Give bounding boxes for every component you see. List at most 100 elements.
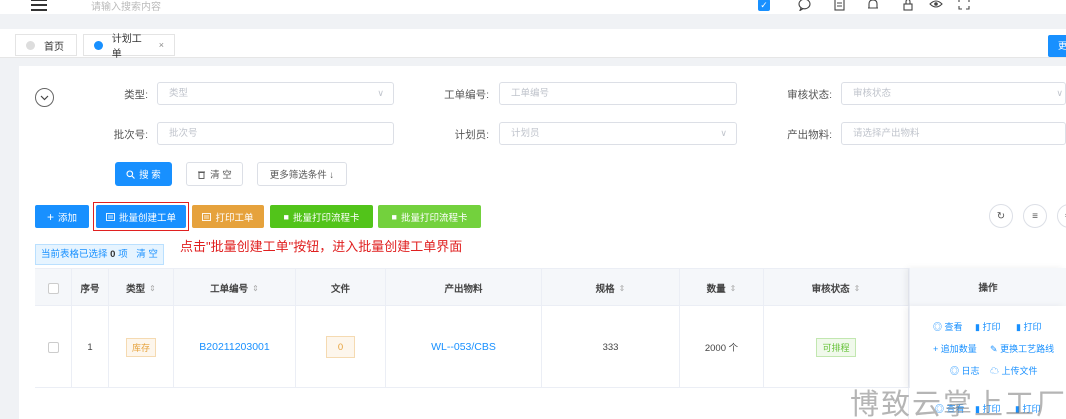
refresh-icon[interactable]: ↻ <box>989 204 1013 228</box>
header-type[interactable]: 类型 ⇕ <box>109 269 174 307</box>
search-icon <box>126 169 136 179</box>
header-file-label: 文件 <box>330 284 350 295</box>
row-checkbox[interactable] <box>47 341 59 353</box>
planner-select[interactable]: 计划员 ∨ <box>499 122 737 145</box>
audit-status-placeholder: 审核状态 <box>853 88 892 99</box>
document-icon[interactable] <box>831 0 847 12</box>
header-index-label: 序号 <box>80 284 100 295</box>
view-link[interactable]: ◎ 查看 <box>933 320 963 333</box>
bell-icon[interactable] <box>865 0 881 12</box>
header-material-label: 产出物料 <box>444 284 483 295</box>
chevron-down-icon: ∨ <box>1056 88 1063 98</box>
add-qty-link[interactable]: + 追加数量 <box>933 342 977 355</box>
message-icon[interactable] <box>796 0 812 12</box>
header-spec[interactable]: 规格 ⇕ <box>542 269 680 307</box>
menu-icon[interactable] <box>31 0 47 12</box>
tab-home[interactable]: 首页 <box>15 34 77 56</box>
selection-clear-link[interactable]: 清 空 <box>136 249 158 260</box>
tab-dot <box>26 40 35 50</box>
header-spec-label: 规格 <box>595 284 615 295</box>
material-placeholder: 请选择产出物料 <box>853 128 920 139</box>
header-audit-label: 审核状态 <box>811 284 850 295</box>
sort-icon[interactable]: ⇕ <box>149 284 156 293</box>
eye-icon: ◎ <box>933 322 943 332</box>
row-audit-cell: 可排程 <box>764 306 909 388</box>
corner-button[interactable]: 更 <box>1048 35 1066 57</box>
batch-print-card-label: 批量打印流程卡 <box>292 212 360 224</box>
header-file: 文件 <box>296 269 386 307</box>
more-filters-label: 更多筛选条件 ↓ <box>269 170 335 181</box>
close-icon[interactable]: × <box>159 40 164 50</box>
batch-print-card-button-1[interactable]: ■ 批量打印流程卡 <box>270 205 373 228</box>
batch-print-card-label: 批量打印流程卡 <box>400 212 468 224</box>
batch-label: 批次号: <box>113 129 148 141</box>
material-select[interactable]: 请选择产出物料 <box>841 122 1066 145</box>
eye-icon: ◎ <box>950 366 960 376</box>
row-file-cell: 0 <box>296 306 386 388</box>
select-all-cell <box>35 269 72 307</box>
search-button-label: 搜 索 <box>139 170 161 181</box>
checkbox-icon[interactable]: ✓ <box>758 0 770 11</box>
selection-unit: 项 <box>118 249 128 260</box>
edit-icon: ✎ <box>990 344 998 354</box>
order-no-input[interactable]: 工单编号 <box>499 82 737 105</box>
header-audit[interactable]: 审核状态 ⇕ <box>764 269 909 307</box>
header-qty[interactable]: 数量 ⇕ <box>680 269 764 307</box>
print-order-button[interactable]: 打印工单 <box>192 205 264 228</box>
type-label: 类型: <box>124 89 148 101</box>
clipboard-icon: ■ <box>283 211 289 222</box>
eye-icon[interactable] <box>928 0 944 12</box>
columns-icon[interactable]: ≡ <box>1023 204 1047 228</box>
sort-icon[interactable]: ⇕ <box>619 284 626 293</box>
file-count-button[interactable]: 0 <box>326 336 355 358</box>
lock-icon[interactable] <box>900 0 916 12</box>
clear-button[interactable]: 清 空 <box>186 162 243 186</box>
planner-placeholder: 计划员 <box>511 128 540 139</box>
sort-icon[interactable]: ⇕ <box>252 284 259 293</box>
header-order-no-label: 工单编号 <box>210 284 249 295</box>
row-cells <box>35 388 909 419</box>
log-link[interactable]: ◎ 日志 <box>950 364 980 377</box>
clear-button-label: 清 空 <box>210 170 232 181</box>
row-index: 1 <box>72 306 109 388</box>
order-no-placeholder: 工单编号 <box>511 88 550 99</box>
batch-input[interactable]: 批次号 <box>157 122 394 145</box>
plus-icon: + <box>46 209 54 224</box>
batch-placeholder: 批次号 <box>169 128 198 139</box>
plus-icon: + <box>933 344 939 354</box>
change-route-link[interactable]: ✎ 更换工艺路线 <box>990 342 1054 355</box>
upload-link[interactable]: ☁ 上传文件 <box>990 364 1038 377</box>
print-order-label: 打印工单 <box>215 212 254 224</box>
tab-plan-order[interactable]: 计划工单 × <box>83 34 175 60</box>
sort-icon[interactable]: ⇕ <box>854 284 861 293</box>
print-icon: ▮ <box>1016 322 1021 332</box>
print-link-2[interactable]: ▮ 打印 <box>1016 320 1041 333</box>
print-link-1[interactable]: ▮ 打印 <box>975 320 1000 333</box>
type-placeholder: 类型 <box>169 88 189 99</box>
trash-icon <box>198 171 206 179</box>
top-search-input[interactable]: 请输入搜索内容 <box>91 0 161 13</box>
row-order-no-cell: B20211203001 <box>174 306 296 388</box>
material-link[interactable]: WL--053/CBS <box>431 341 496 353</box>
audit-status-label: 审核状态: <box>787 89 832 101</box>
type-select[interactable]: 类型 ∨ <box>157 82 394 105</box>
row-qty: 2000 个 <box>680 306 764 388</box>
row-spec: 333 <box>542 306 680 388</box>
add-button[interactable]: + 添加 <box>35 205 89 228</box>
highlight-box <box>93 202 189 231</box>
search-button[interactable]: 搜 索 <box>115 162 172 186</box>
audit-status-select[interactable]: 审核状态 ∨ <box>841 82 1066 105</box>
chevron-down-icon: ∨ <box>377 88 384 98</box>
chevron-down-icon[interactable] <box>35 88 54 107</box>
tab-label: 首页 <box>44 41 64 53</box>
order-no-link[interactable]: B20211203001 <box>199 341 269 353</box>
fullscreen-icon[interactable] <box>956 0 972 12</box>
sort-icon[interactable]: ⇕ <box>730 284 737 293</box>
header-order-no[interactable]: 工单编号 ⇕ <box>174 269 296 307</box>
row-type-cell: 库存 <box>109 306 174 388</box>
type-tag: 库存 <box>125 337 156 357</box>
print-icon <box>202 212 212 221</box>
batch-print-card-button-2[interactable]: ■ 批量打印流程卡 <box>378 205 481 228</box>
select-all-checkbox[interactable] <box>47 282 59 294</box>
more-filters-button[interactable]: 更多筛选条件 ↓ <box>257 162 347 186</box>
